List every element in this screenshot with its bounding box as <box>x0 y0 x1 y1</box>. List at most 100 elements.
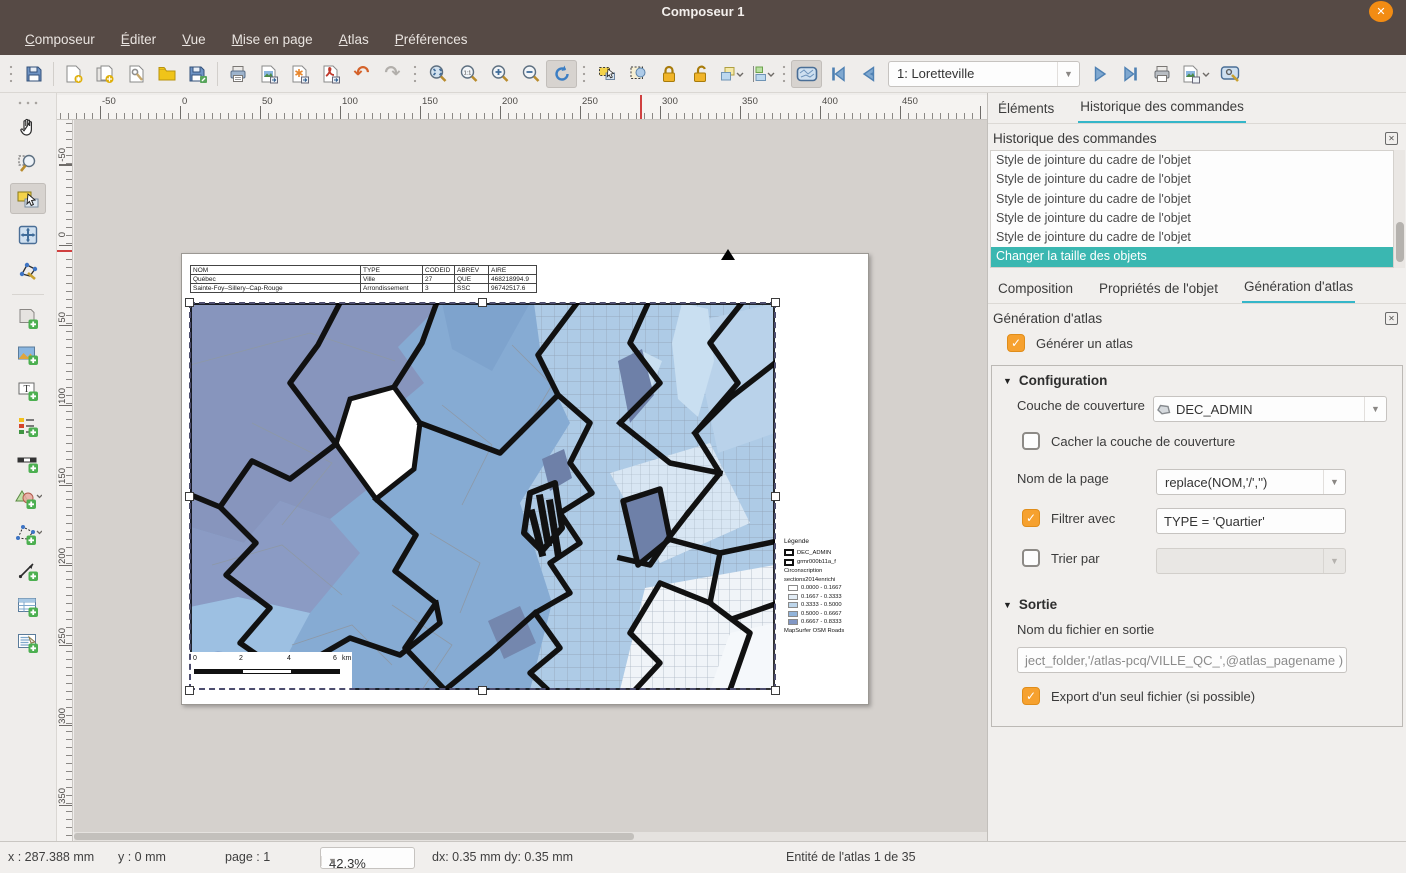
arrow-item[interactable] <box>721 249 735 260</box>
attribute-table-item[interactable]: NOM TYPE CODEID ABREV AIRE Québec Ville … <box>190 265 537 293</box>
selection-handle[interactable] <box>185 686 194 695</box>
coverage-layer-combobox[interactable]: DEC_ADMIN ▼ <box>1153 396 1387 422</box>
single-file-checkbox[interactable]: ✓ <box>1022 687 1040 705</box>
list-item[interactable]: Style de jointure du cadre de l'objet <box>991 151 1393 170</box>
tab-composition[interactable]: Composition <box>996 275 1075 303</box>
export-pdf-icon[interactable] <box>315 60 346 88</box>
menu-preferences[interactable]: Préférences <box>384 28 479 51</box>
move-item-content-icon[interactable] <box>622 60 653 88</box>
tab-item-properties[interactable]: Propriétés de l'objet <box>1097 275 1220 303</box>
scrollbar-thumb[interactable] <box>74 833 634 840</box>
composition-manager-icon[interactable] <box>120 60 151 88</box>
add-html-frame-icon[interactable] <box>10 627 46 658</box>
print-icon[interactable] <box>222 60 253 88</box>
close-icon[interactable]: ✕ <box>1385 312 1398 325</box>
list-item-selected[interactable]: Changer la taille des objets <box>991 247 1393 266</box>
zoom-tool-icon[interactable] <box>10 147 46 178</box>
toolbar-grip[interactable] <box>7 62 15 86</box>
add-scalebar-icon[interactable] <box>10 447 46 478</box>
atlas-feature-combobox[interactable]: 1: Loretteville ▼ <box>888 61 1080 87</box>
menu-composeur[interactable]: Composeur <box>14 28 106 51</box>
pan-tool-icon[interactable] <box>10 111 46 142</box>
open-folder-icon[interactable] <box>151 60 182 88</box>
legend-item[interactable]: Légende DEC_ADMIN grmr000b11a_f Circonsc… <box>779 534 867 641</box>
atlas-first-icon[interactable] <box>822 60 853 88</box>
select-move-item-icon[interactable] <box>591 60 622 88</box>
save-icon[interactable] <box>18 60 49 88</box>
toggle-atlas-preview-icon[interactable] <box>791 60 822 88</box>
add-label-icon[interactable]: T <box>10 375 46 406</box>
menu-vue[interactable]: Vue <box>171 28 217 51</box>
add-arrow-icon[interactable] <box>10 555 46 586</box>
atlas-next-icon[interactable] <box>1084 60 1115 88</box>
filter-input[interactable]: TYPE = 'Quartier' <box>1156 508 1346 534</box>
add-image-icon[interactable] <box>10 339 46 370</box>
hide-coverage-checkbox[interactable] <box>1022 432 1040 450</box>
atlas-settings-icon[interactable] <box>1215 60 1246 88</box>
export-svg-icon[interactable] <box>284 60 315 88</box>
lock-icon[interactable] <box>653 60 684 88</box>
filter-checkbox[interactable]: ✓ <box>1022 509 1040 527</box>
selection-handle[interactable] <box>478 298 487 307</box>
add-nodes-shape-icon[interactable] <box>10 519 46 550</box>
move-item-content-tool-icon[interactable] <box>10 219 46 250</box>
refresh-view-icon[interactable] <box>546 60 577 88</box>
menu-editer[interactable]: Éditer <box>110 28 167 51</box>
zoom-level-combobox[interactable]: 42.3% ▼ <box>320 847 415 869</box>
close-icon[interactable]: ✕ <box>1385 132 1398 145</box>
scrollbar-thumb[interactable] <box>1396 222 1404 262</box>
selection-handle[interactable] <box>185 492 194 501</box>
edit-nodes-tool-icon[interactable] <box>10 255 46 286</box>
tab-atlas-generation[interactable]: Génération d'atlas <box>1242 273 1355 303</box>
align-items-icon[interactable] <box>746 60 777 88</box>
list-item[interactable]: Style de jointure du cadre de l'objet <box>991 209 1393 228</box>
duplicate-composition-icon[interactable] <box>89 60 120 88</box>
configuration-header[interactable]: ▼ Configuration <box>1003 373 1107 388</box>
history-scrollbar[interactable] <box>1394 150 1405 268</box>
canvas-horizontal-scrollbar[interactable] <box>74 832 987 841</box>
list-item[interactable]: Style de jointure du cadre de l'objet <box>991 170 1393 189</box>
tab-elements[interactable]: Éléments <box>996 95 1056 123</box>
menu-mise-en-page[interactable]: Mise en page <box>221 28 324 51</box>
window-close-button[interactable]: ✕ <box>1369 1 1393 22</box>
toolbar-grip[interactable] <box>411 62 419 86</box>
menu-atlas[interactable]: Atlas <box>328 28 380 51</box>
page-name-combobox[interactable]: replace(NOM,'/','') ▼ <box>1156 469 1346 495</box>
generate-atlas-checkbox[interactable]: ✓ <box>1007 334 1025 352</box>
atlas-previous-icon[interactable] <box>853 60 884 88</box>
redo-icon[interactable]: ↷ <box>377 60 408 88</box>
zoom-actual-icon[interactable]: 1:1 <box>453 60 484 88</box>
new-composition-icon[interactable] <box>58 60 89 88</box>
toolbar-grip[interactable] <box>780 62 788 86</box>
zoom-full-icon[interactable] <box>422 60 453 88</box>
add-legend-icon[interactable] <box>10 411 46 442</box>
undo-icon[interactable]: ↶ <box>346 60 377 88</box>
zoom-out-icon[interactable] <box>515 60 546 88</box>
toolbar-grip[interactable] <box>580 62 588 86</box>
select-move-item-tool-icon[interactable] <box>10 183 46 214</box>
chevron-down-icon[interactable]: ▼ <box>1057 62 1079 86</box>
add-new-map-icon[interactable] <box>10 303 46 334</box>
selection-handle[interactable] <box>478 686 487 695</box>
zoom-in-icon[interactable] <box>484 60 515 88</box>
unlock-icon[interactable] <box>684 60 715 88</box>
add-attribute-table-icon[interactable] <box>10 591 46 622</box>
selection-handle[interactable] <box>771 686 780 695</box>
raise-items-icon[interactable] <box>715 60 746 88</box>
list-item[interactable]: Style de jointure du cadre de l'objet <box>991 190 1393 209</box>
export-atlas-icon[interactable] <box>1177 60 1215 88</box>
sort-checkbox[interactable] <box>1022 549 1040 567</box>
tab-command-history[interactable]: Historique des commandes <box>1078 93 1246 123</box>
output-header[interactable]: ▼ Sortie <box>1003 597 1057 612</box>
add-basic-shape-icon[interactable] <box>10 483 46 514</box>
selection-handle[interactable] <box>771 298 780 307</box>
save-as-template-icon[interactable] <box>182 60 213 88</box>
atlas-last-icon[interactable] <box>1115 60 1146 88</box>
selection-handle[interactable] <box>185 298 194 307</box>
toolbox-grip[interactable] <box>16 99 40 107</box>
export-image-icon[interactable] <box>253 60 284 88</box>
output-filename-input[interactable]: ject_folder,'/atlas-pcq/VILLE_QC_',@atla… <box>1017 647 1347 673</box>
selection-handle[interactable] <box>771 492 780 501</box>
print-atlas-icon[interactable] <box>1146 60 1177 88</box>
list-item[interactable]: Style de jointure du cadre de l'objet <box>991 228 1393 247</box>
